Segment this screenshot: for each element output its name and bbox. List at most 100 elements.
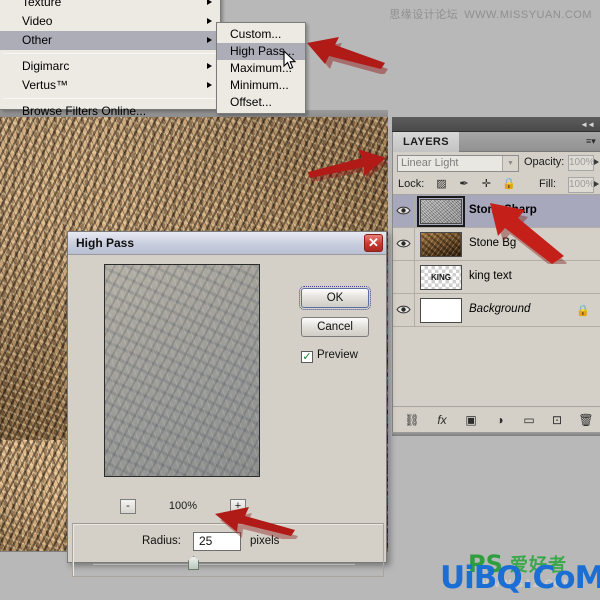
menu-item-label: Browse Filters Online...	[22, 104, 147, 118]
blend-mode-select[interactable]: Linear Light ▼	[397, 155, 519, 172]
arrow-to-high-pass	[307, 37, 388, 74]
arrow-to-canvas	[308, 149, 388, 182]
preview-checkbox[interactable]: ✓ Preview	[301, 349, 358, 363]
radius-label: Radius:	[142, 535, 181, 547]
layers-panel: LAYERS ≡▾ Linear Light ▼ Opacity: 100% L…	[392, 132, 600, 432]
layer-visibility-toggle[interactable]	[393, 294, 415, 326]
panel-bottom-edge	[392, 432, 600, 436]
opacity-input[interactable]: 100%	[568, 155, 595, 171]
opacity-value: 100%	[569, 157, 595, 168]
watermark-top-url: WWW.MISSYUAN.COM	[464, 9, 592, 21]
submenu-arrow-icon	[207, 37, 212, 43]
slider-track[interactable]	[93, 563, 355, 565]
menu-item-digimarc[interactable]: Digimarc	[0, 57, 220, 76]
eye-icon	[396, 239, 411, 248]
lock-label: Lock:	[398, 178, 425, 190]
menu-item-vertus[interactable]: Vertus™	[0, 76, 220, 95]
lock-transparent-pixels-icon[interactable]: ▨	[434, 177, 449, 192]
fill-label: Fill:	[539, 178, 557, 190]
radius-slider[interactable]	[76, 556, 376, 572]
lock-icon-group: ▨ ✒ ✛ 🔒	[434, 177, 519, 195]
link-layers-icon[interactable]: ⛓	[403, 411, 421, 429]
menu-item-browse-filters-online[interactable]: Browse Filters Online...	[0, 102, 220, 121]
new-layer-icon[interactable]: ⊡	[548, 411, 566, 429]
submenu-item-label: Minimum...	[230, 78, 289, 92]
menu-item-video[interactable]: Video	[0, 12, 220, 31]
submenu-item-custom[interactable]: Custom...	[217, 26, 305, 43]
opacity-label: Opacity:	[524, 156, 565, 168]
menu-separator	[3, 98, 217, 99]
layers-panel-footer: ⛓ fx ▣ ◑ ▭ ⊡ 🗑	[393, 406, 600, 432]
fill-value: 100%	[569, 179, 595, 190]
lock-image-pixels-icon[interactable]: ✒	[456, 177, 471, 192]
arrow-to-stone-sharp-layer	[490, 203, 567, 264]
add-layer-mask-icon[interactable]: ▣	[462, 411, 480, 429]
watermark-bottom: PS 爱好者 WWW.SAZ.COM UiBQ.CoM	[440, 546, 600, 598]
submenu-arrow-icon	[207, 63, 212, 69]
blend-mode-value: Linear Light	[401, 157, 459, 169]
lock-icon: 🔒	[576, 305, 590, 317]
filter-menu[interactable]: Texture Video Other Digimarc Vertus™ Bro…	[0, 0, 221, 118]
dialog-title-bar[interactable]: High Pass ✕	[68, 232, 386, 255]
fill-input[interactable]: 100%	[568, 177, 595, 193]
layer-thumbnail[interactable]	[417, 196, 465, 227]
arrow-to-radius-field	[215, 507, 298, 539]
watermark-top-cn: 思缘设计论坛	[389, 9, 459, 21]
layer-visibility-toggle[interactable]	[393, 228, 415, 260]
checkbox-checked-icon: ✓	[301, 351, 313, 363]
close-icon[interactable]: ✕	[364, 234, 383, 252]
lock-all-icon[interactable]: 🔒	[501, 177, 516, 192]
menu-item-texture[interactable]: Texture	[0, 0, 220, 12]
watermark-bottom-main: UiBQ.CoM	[440, 560, 600, 596]
submenu-arrow-icon	[207, 0, 212, 5]
filter-preview[interactable]	[104, 264, 260, 477]
menu-item-label: Vertus™	[22, 78, 69, 92]
submenu-arrow-icon	[207, 18, 212, 24]
watermark-top: 思缘设计论坛 WWW.MISSYUAN.COM	[389, 6, 592, 22]
ok-button[interactable]: OK	[299, 286, 371, 310]
layer-thumbnail[interactable]: KING	[420, 265, 462, 290]
layer-thumbnail[interactable]	[420, 232, 462, 257]
submenu-item-label: Custom...	[230, 27, 282, 41]
collapse-to-icons-icon[interactable]: ◄◄	[580, 120, 595, 129]
layer-visibility-toggle[interactable]	[393, 261, 415, 293]
preview-label: Preview	[317, 349, 358, 361]
layer-thumbnail-text: KING	[431, 273, 451, 282]
submenu-item-offset[interactable]: Offset...	[217, 94, 305, 111]
photoshop-screenshot: 思缘设计论坛 WWW.MISSYUAN.COM Texture Video Oth…	[0, 0, 600, 600]
table-row[interactable]: KING king text	[393, 261, 600, 294]
submenu-arrow-icon	[207, 82, 212, 88]
layer-name: Background	[469, 303, 531, 315]
chevron-down-icon[interactable]: ▼	[502, 156, 518, 171]
menu-item-label: Other	[22, 33, 53, 47]
eye-icon	[396, 206, 411, 215]
tab-layers[interactable]: LAYERS	[393, 132, 460, 152]
fill-scrubber-arrow-icon[interactable]	[594, 181, 599, 187]
submenu-item-minimum[interactable]: Minimum...	[217, 77, 305, 94]
layer-visibility-toggle[interactable]	[393, 195, 415, 227]
menu-separator	[3, 53, 217, 54]
new-adjustment-layer-icon[interactable]: ◑	[491, 411, 509, 429]
panel-dock-bar: ◄◄	[392, 117, 600, 132]
cancel-button[interactable]: Cancel	[301, 317, 369, 337]
layer-name: king text	[469, 270, 512, 282]
table-row[interactable]: Background 🔒	[393, 294, 600, 327]
submenu-item-label: Offset...	[230, 95, 272, 109]
menu-item-label: Digimarc	[22, 59, 70, 73]
mouse-pointer-icon	[283, 50, 297, 70]
new-group-icon[interactable]: ▭	[520, 411, 538, 429]
lock-position-icon[interactable]: ✛	[479, 177, 494, 192]
menu-item-other[interactable]: Other	[0, 31, 220, 50]
panel-tab-row: LAYERS ≡▾	[393, 132, 600, 152]
opacity-scrubber-arrow-icon[interactable]	[594, 159, 599, 165]
slider-thumb[interactable]	[188, 556, 199, 570]
radius-value: 25	[199, 534, 213, 548]
layer-style-fx-icon[interactable]: fx	[433, 411, 451, 429]
delete-layer-icon[interactable]: 🗑	[577, 411, 595, 429]
blend-mode-row: Linear Light ▼ Opacity: 100%	[393, 152, 600, 174]
panel-menu-icon[interactable]: ≡▾	[586, 137, 596, 147]
menu-item-label: Texture	[22, 0, 62, 9]
menu-item-label: Video	[22, 14, 53, 28]
layer-thumbnail[interactable]	[420, 298, 462, 323]
eye-icon	[396, 305, 411, 314]
